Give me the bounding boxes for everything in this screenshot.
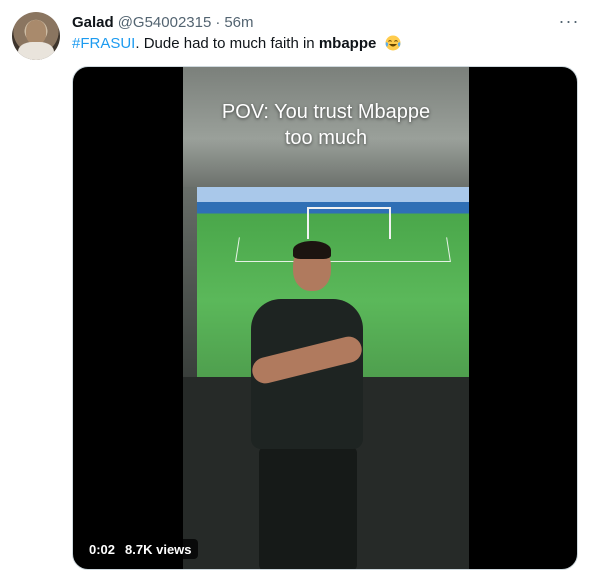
tweet-text: #FRASUI. Dude had to much faith in mbapp… — [72, 34, 572, 54]
tweet[interactable]: Galad @G54002315 · 56m ··· #FRASUI. Dude… — [0, 0, 595, 583]
author-name[interactable]: Galad — [72, 14, 114, 31]
video-goal — [307, 207, 391, 239]
video-duration: 0:02 — [89, 541, 116, 557]
video-player[interactable]: POV: You trust Mbappe too much 0:02 8.7K… — [72, 66, 578, 570]
video-caption: POV: You trust Mbappe too much — [183, 99, 469, 151]
tweet-body-text: . Dude had to much faith in — [135, 35, 319, 52]
video-caption-line2: too much — [284, 127, 368, 149]
avatar-face — [26, 20, 46, 44]
video-person-hair — [293, 241, 331, 259]
hashtag-link[interactable]: #FRASUI — [72, 35, 135, 52]
video-frame: POV: You trust Mbappe too much — [183, 67, 469, 569]
video-pitch-lines — [235, 237, 451, 263]
tweet-header: Galad @G54002315 · 56m — [72, 12, 254, 32]
video-person-legs — [259, 447, 357, 569]
face-with-tears-of-joy-icon — [385, 35, 400, 51]
avatar-body — [18, 42, 54, 60]
tweet-timestamp[interactable]: 56m — [224, 14, 253, 31]
more-options-icon[interactable]: ··· — [556, 10, 582, 32]
author-handle[interactable]: @G54002315 — [118, 14, 212, 31]
video-views: 8.7K views — [125, 541, 192, 557]
video-caption-line1: POV: You trust Mbappe — [221, 101, 431, 123]
tweet-bold-word: mbappe — [318, 35, 377, 52]
avatar[interactable] — [12, 12, 60, 60]
video-stats-badge: 0:02 8.7K views — [83, 539, 198, 559]
separator-dot: · — [215, 13, 221, 31]
